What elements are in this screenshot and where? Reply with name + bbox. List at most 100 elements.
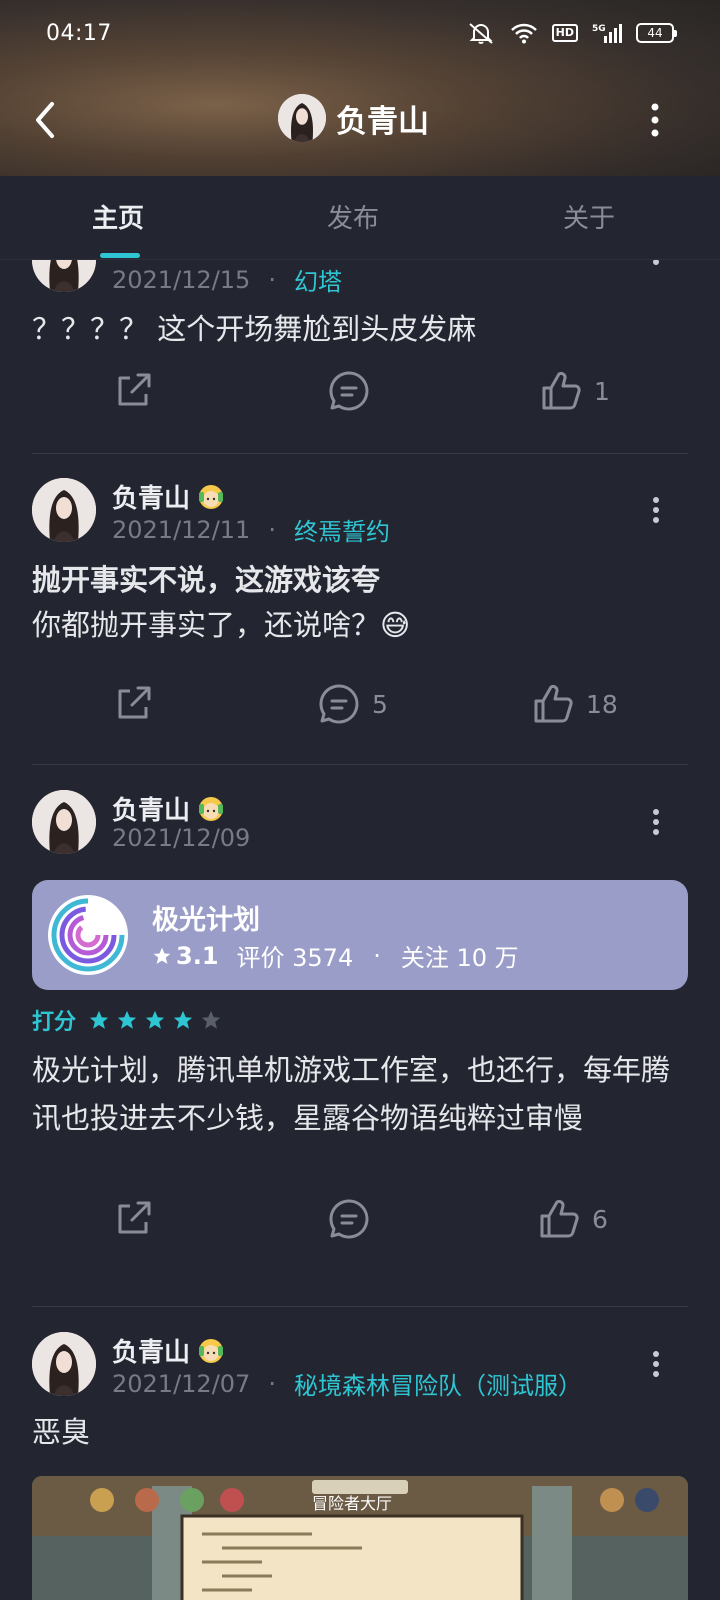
- share-button[interactable]: [114, 370, 154, 410]
- rating-star-icon: [201, 1010, 221, 1029]
- post-title: 抛开事实不说，这游戏该夸: [32, 563, 381, 597]
- post-more-icon[interactable]: [644, 1348, 668, 1384]
- post-date: 2021/12/09: [112, 824, 251, 852]
- meta-separator: ·: [268, 515, 276, 544]
- share-button[interactable]: [114, 1198, 154, 1238]
- app-score: 3.1: [176, 941, 219, 970]
- profile-header: 04:17 HD 5G 44 负青山: [0, 0, 720, 176]
- post-text: ？？？？ 这个开场舞尬到头皮发麻: [32, 312, 477, 346]
- share-button[interactable]: [114, 683, 154, 723]
- post-date: 2021/12/15: [112, 265, 251, 294]
- comment-count: 5: [372, 689, 388, 719]
- tab-about[interactable]: 关于: [563, 198, 615, 235]
- thumbs-up-icon: [542, 371, 581, 410]
- star-icon: [153, 947, 171, 964]
- active-tab-indicator: [100, 253, 140, 258]
- app-name: 极光计划: [152, 905, 260, 936]
- post-image[interactable]: 冒险者大厅: [32, 1476, 688, 1600]
- share-icon: [118, 373, 151, 406]
- status-icons: HD 5G 44: [466, 21, 677, 45]
- author-name-text: 负青山: [112, 1338, 191, 1368]
- more-options-icon[interactable]: [642, 100, 668, 140]
- post-actions: 6: [0, 1198, 720, 1258]
- like-count: 1: [594, 376, 610, 406]
- post-text: 恶臭: [32, 1415, 91, 1449]
- post-meta: 2021/12/15 · 幻塔: [112, 262, 342, 297]
- avatar-badge-icon: [199, 484, 224, 509]
- post-actions: 1: [0, 370, 720, 430]
- meta-separator: ·: [373, 941, 381, 970]
- app-icon: [48, 895, 128, 975]
- profile-tabs: 主页 发布 关于: [0, 176, 720, 260]
- author-name[interactable]: 负青山: [112, 1332, 226, 1369]
- post-more-icon[interactable]: [644, 260, 668, 290]
- signal-icon: 5G: [592, 24, 622, 43]
- comment-icon: [329, 371, 369, 411]
- rating-star-icon: [117, 1010, 137, 1029]
- comment-icon: [319, 684, 359, 724]
- avatar: [278, 94, 326, 142]
- divider: [32, 453, 688, 454]
- app-stats: 3.1 评价 3574 · 关注 10 万: [152, 938, 519, 973]
- app-card[interactable]: 极光计划 3.1 评价 3574 · 关注 10 万: [32, 880, 688, 990]
- like-button[interactable]: 6: [538, 1198, 608, 1240]
- app-follows: 关注 10 万: [400, 944, 519, 972]
- profile-title: 负青山: [278, 94, 429, 142]
- author-name[interactable]: 负青山: [112, 790, 226, 827]
- thumbs-up-icon: [534, 684, 573, 723]
- post-date: 2021/12/07: [112, 1369, 251, 1398]
- comment-button[interactable]: 5: [318, 683, 388, 725]
- comment-button[interactable]: [328, 1198, 370, 1240]
- avatar[interactable]: [32, 1332, 96, 1396]
- status-bar: 04:17 HD 5G 44: [46, 18, 677, 48]
- rating-star-icon: [89, 1010, 109, 1029]
- game-link[interactable]: 幻塔: [294, 262, 342, 297]
- divider: [32, 1306, 688, 1307]
- like-button[interactable]: 18: [532, 683, 618, 725]
- post-more-icon[interactable]: [644, 494, 668, 530]
- rating-star-icon: [145, 1010, 165, 1029]
- game-link[interactable]: 秘境森林冒险队（测试服）: [294, 1366, 582, 1401]
- comment-button[interactable]: [328, 370, 370, 412]
- avatar-badge-icon: [199, 796, 224, 821]
- avatar[interactable]: [32, 790, 96, 854]
- post-meta: 2021/12/11 · 终焉誓约: [112, 512, 390, 547]
- rating-label: 打分: [32, 1010, 77, 1035]
- wifi-icon: [510, 23, 537, 44]
- like-count: 6: [592, 1204, 608, 1234]
- post-text: 极光计划，腾讯单机游戏工作室，也还行，每年腾讯也投进去不少钱，星露谷物语纯粹过审…: [32, 1053, 671, 1135]
- tab-posts[interactable]: 发布: [327, 198, 379, 235]
- avatar-badge-icon: [199, 1338, 224, 1363]
- rating-stars: [88, 1009, 222, 1031]
- post-meta: 2021/12/09: [112, 824, 250, 852]
- svg-text:5G: 5G: [592, 24, 606, 34]
- page-title: 负青山: [336, 103, 429, 140]
- rating: 打分: [32, 1004, 222, 1036]
- like-button[interactable]: 1: [540, 370, 610, 412]
- post-date: 2021/12/11: [112, 515, 251, 544]
- like-count: 18: [586, 689, 618, 719]
- comment-icon: [329, 1199, 369, 1239]
- game-link[interactable]: 终焉誓约: [294, 512, 390, 547]
- tab-home[interactable]: 主页: [92, 198, 144, 235]
- battery-indicator: 44: [636, 23, 677, 43]
- meta-separator: ·: [268, 265, 276, 294]
- rating-star-icon: [173, 1010, 193, 1029]
- post-more-icon[interactable]: [644, 806, 668, 842]
- avatar[interactable]: [32, 478, 96, 542]
- image-caption: 冒险者大厅: [312, 1494, 393, 1513]
- share-icon: [118, 686, 151, 719]
- share-icon: [118, 1201, 151, 1234]
- avatar[interactable]: [32, 260, 96, 292]
- top-bar: 负青山: [0, 90, 720, 150]
- mute-icon: [469, 23, 493, 44]
- feed[interactable]: 2021/12/15 · 幻塔 ？？？？ 这个开场舞尬到头皮发麻 1 负青山 2…: [0, 260, 720, 1600]
- author-name[interactable]: 负青山: [112, 478, 226, 515]
- author-name-text: 负青山: [112, 796, 191, 826]
- post-text: 你都抛开事实了，还说啥？😅: [32, 608, 411, 642]
- thumbs-up-icon: [540, 1199, 579, 1238]
- hd-badge: HD: [551, 24, 578, 42]
- status-time: 04:17: [46, 20, 112, 46]
- meta-separator: ·: [268, 1369, 276, 1398]
- back-icon[interactable]: [28, 98, 64, 142]
